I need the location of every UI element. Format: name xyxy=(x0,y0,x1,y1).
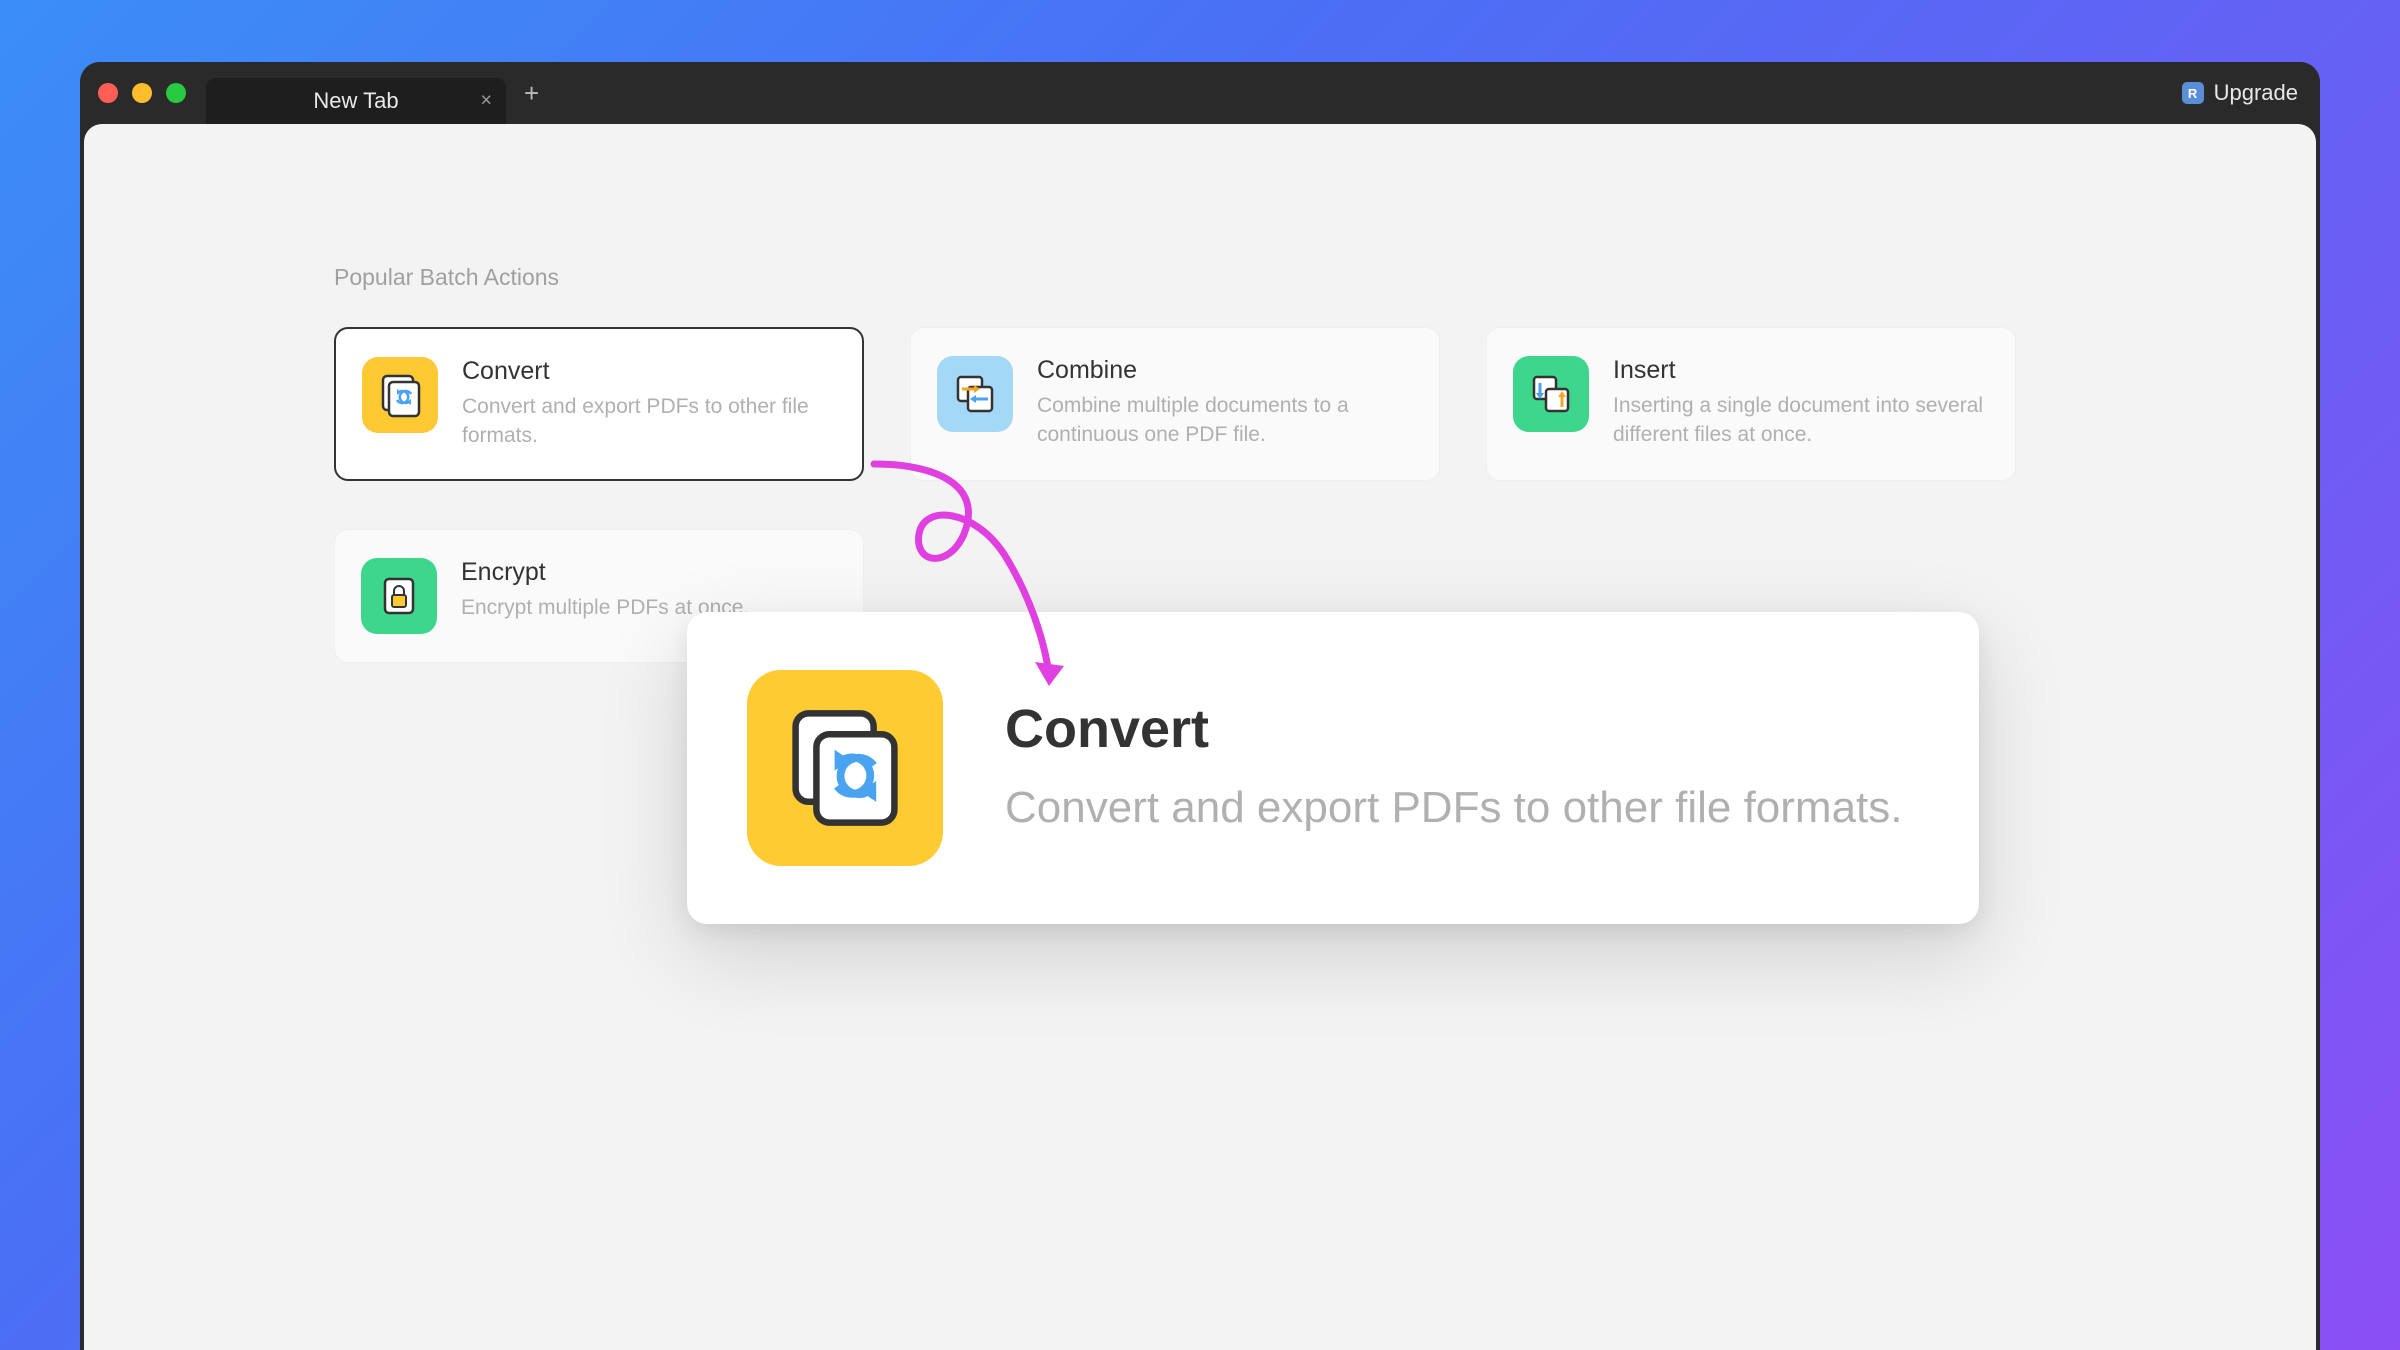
cards-row-1: Convert Convert and export PDFs to other… xyxy=(334,327,2066,481)
encrypt-icon xyxy=(361,558,437,634)
zoomed-card-convert: Convert Convert and export PDFs to other… xyxy=(687,612,1979,924)
convert-icon-large xyxy=(747,670,943,866)
tab-new[interactable]: New Tab × xyxy=(206,78,506,124)
card-title: Convert xyxy=(462,357,836,386)
card-title: Encrypt xyxy=(461,558,749,587)
tab-title: New Tab xyxy=(313,88,398,114)
content-area: Popular Batch Actions Convert Con xyxy=(84,124,2316,1350)
card-insert[interactable]: Insert Inserting a single document into … xyxy=(1486,327,2016,481)
card-text: Combine Combine multiple documents to a … xyxy=(1037,356,1413,452)
convert-icon xyxy=(362,357,438,433)
card-title: Combine xyxy=(1037,356,1413,385)
upgrade-button[interactable]: R Upgrade xyxy=(2182,80,2298,106)
close-tab-icon[interactable]: × xyxy=(480,90,492,113)
zoom-title: Convert xyxy=(1005,698,1903,760)
zoom-desc: Convert and export PDFs to other file fo… xyxy=(1005,778,1903,837)
titlebar: New Tab × + R Upgrade xyxy=(80,62,2320,124)
new-tab-button[interactable]: + xyxy=(524,78,539,109)
app-window: New Tab × + R Upgrade Popular Batch Acti… xyxy=(80,62,2320,1350)
card-text: Insert Inserting a single document into … xyxy=(1613,356,1989,452)
traffic-lights xyxy=(98,83,186,103)
card-desc: Combine multiple documents to a continuo… xyxy=(1037,391,1413,450)
upgrade-badge-icon: R xyxy=(2182,82,2204,104)
maximize-window-button[interactable] xyxy=(166,83,186,103)
insert-icon xyxy=(1513,356,1589,432)
card-desc: Inserting a single document into several… xyxy=(1613,391,1989,450)
upgrade-label: Upgrade xyxy=(2214,80,2298,106)
close-window-button[interactable] xyxy=(98,83,118,103)
minimize-window-button[interactable] xyxy=(132,83,152,103)
card-text: Convert Convert and export PDFs to other… xyxy=(462,357,836,451)
card-desc: Convert and export PDFs to other file fo… xyxy=(462,392,836,451)
section-title: Popular Batch Actions xyxy=(334,264,2066,291)
card-convert[interactable]: Convert Convert and export PDFs to other… xyxy=(334,327,864,481)
card-combine[interactable]: Combine Combine multiple documents to a … xyxy=(910,327,1440,481)
card-title: Insert xyxy=(1613,356,1989,385)
zoom-text: Convert Convert and export PDFs to other… xyxy=(1005,698,1903,837)
combine-icon xyxy=(937,356,1013,432)
